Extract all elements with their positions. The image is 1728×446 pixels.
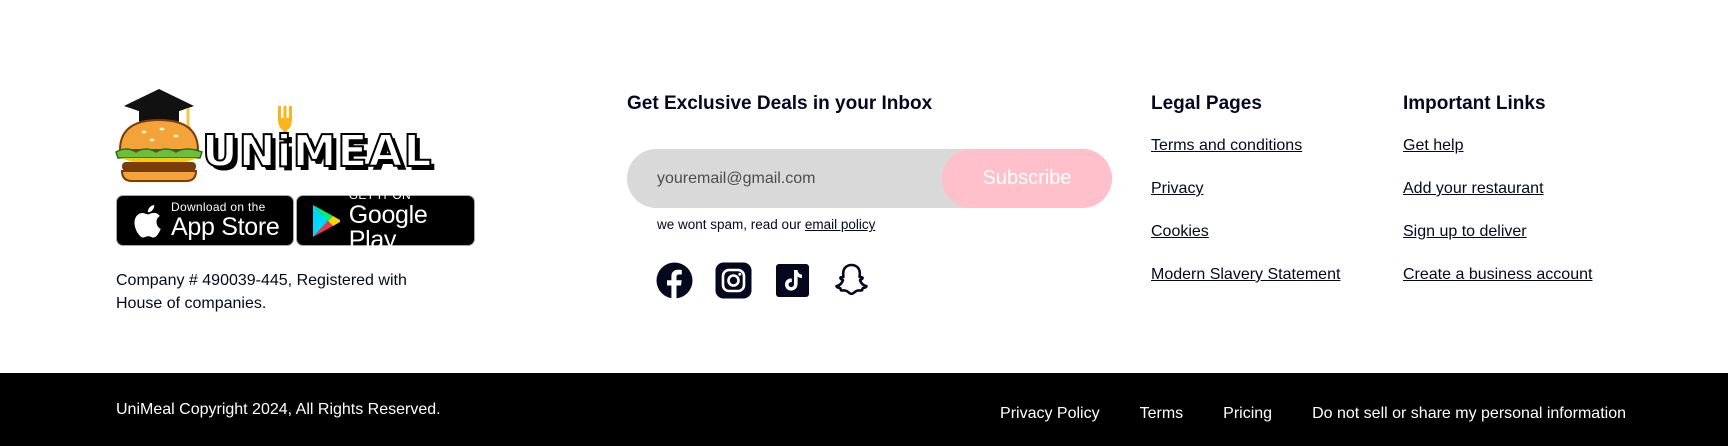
newsletter-heading: Get Exclusive Deals in your Inbox: [627, 93, 933, 114]
tiktok-icon[interactable]: [774, 262, 811, 299]
pricing-link[interactable]: Pricing: [1223, 405, 1272, 423]
newsletter-note: we wont spam, read our email policy: [657, 217, 875, 232]
bottom-links: Privacy Policy Terms Pricing Do not sell…: [1000, 405, 1626, 423]
important-links-column: Important Links Get help Add your restau…: [1403, 93, 1592, 307]
subscribe-button[interactable]: Subscribe: [942, 149, 1112, 208]
copyright-text: UniMeal Copyright 2024, All Rights Reser…: [116, 401, 441, 418]
social-links: [656, 262, 870, 299]
business-account-link[interactable]: Create a business account: [1403, 264, 1592, 285]
brand-wordmark: UNiMEAL: [201, 125, 433, 178]
facebook-icon[interactable]: [656, 262, 693, 299]
terms-and-conditions-link[interactable]: Terms and conditions: [1151, 135, 1340, 156]
google-play-small-text: GET IT ON: [348, 187, 411, 202]
add-restaurant-link[interactable]: Add your restaurant: [1403, 178, 1592, 199]
newsletter-form: Subscribe: [627, 149, 1112, 208]
privacy-policy-link[interactable]: Privacy Policy: [1000, 405, 1100, 423]
modern-slavery-link[interactable]: Modern Slavery Statement: [1151, 264, 1340, 285]
sign-up-deliver-link[interactable]: Sign up to deliver: [1403, 221, 1592, 242]
newsletter-note-text: we wont spam, read our: [657, 217, 805, 232]
get-help-link[interactable]: Get help: [1403, 135, 1592, 156]
apple-icon: [127, 201, 167, 241]
app-store-large-text: App Store: [171, 213, 280, 241]
cookies-link[interactable]: Cookies: [1151, 221, 1340, 242]
google-play-badge[interactable]: GET IT ON Google Play: [296, 189, 475, 252]
app-store-small-text: Download on the: [171, 200, 266, 214]
footer-bottom-bar: UniMeal Copyright 2024, All Rights Reser…: [0, 373, 1728, 446]
important-links-heading: Important Links: [1403, 93, 1546, 114]
snapchat-icon[interactable]: [833, 262, 870, 299]
burger-graduate-icon: [115, 89, 203, 182]
legal-pages-heading: Legal Pages: [1151, 93, 1262, 114]
app-store-badge[interactable]: Download on the App Store: [116, 195, 294, 246]
brand-logo[interactable]: UNiMEAL: [114, 86, 433, 182]
footer-top: UNiMEAL Download on the App Store GET IT…: [0, 0, 1728, 373]
instagram-icon[interactable]: [715, 262, 752, 299]
privacy-link[interactable]: Privacy: [1151, 178, 1340, 199]
google-play-large-text: Google Play: [348, 200, 428, 254]
email-input[interactable]: [657, 149, 937, 208]
legal-pages-column: Legal Pages Terms and conditions Privacy…: [1151, 93, 1340, 307]
terms-link[interactable]: Terms: [1140, 405, 1184, 423]
do-not-sell-link[interactable]: Do not sell or share my personal informa…: [1312, 405, 1626, 423]
email-policy-link[interactable]: email policy: [805, 217, 876, 232]
company-info: Company # 490039-445, Registered with Ho…: [116, 272, 407, 312]
google-play-icon: [307, 201, 345, 241]
